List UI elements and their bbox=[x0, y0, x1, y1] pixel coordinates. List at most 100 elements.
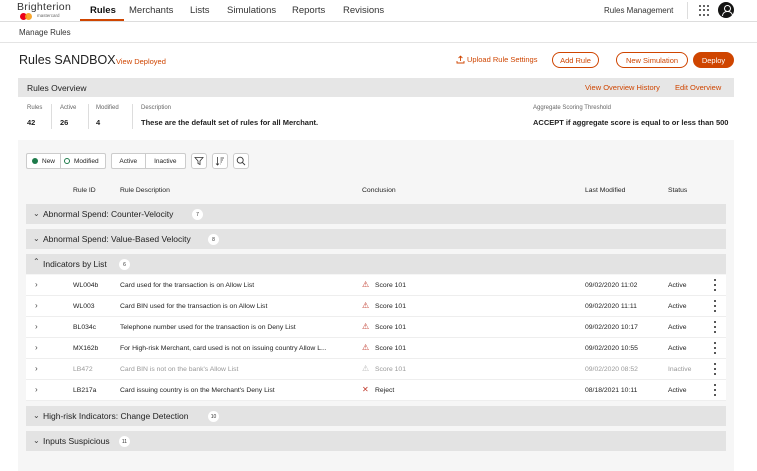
breadcrumb: Manage Rules bbox=[19, 28, 71, 37]
mastercard-logo-icon bbox=[20, 13, 34, 20]
group-title: Inputs Suspicious bbox=[43, 436, 110, 446]
rule-last-modified: 09/02/2020 10:17 bbox=[585, 324, 638, 331]
table-row[interactable]: › LB472 Card BIN is not on the bank's Al… bbox=[26, 359, 726, 380]
rule-conclusion: Score 101 bbox=[375, 282, 406, 289]
nav-reports[interactable]: Reports bbox=[292, 5, 325, 16]
chevron-down-icon: ⌄ bbox=[33, 411, 40, 420]
more-options-icon[interactable] bbox=[712, 363, 718, 375]
threshold-value: ACCEPT if aggregate score is equal to or… bbox=[533, 118, 729, 127]
nav-rules[interactable]: Rules bbox=[90, 5, 116, 16]
description-value: These are the default set of rules for a… bbox=[141, 118, 319, 127]
filter-active[interactable]: Active bbox=[112, 154, 146, 168]
more-options-icon[interactable] bbox=[712, 279, 718, 291]
group-count-badge: 7 bbox=[192, 209, 203, 220]
stat-rules-value: 42 bbox=[27, 118, 36, 127]
rule-last-modified: 08/18/2021 10:11 bbox=[585, 387, 638, 394]
chevron-right-icon[interactable]: › bbox=[35, 364, 38, 373]
nav-simulations[interactable]: Simulations bbox=[227, 5, 276, 16]
filter-modified[interactable]: Modified bbox=[61, 154, 99, 168]
new-dot-icon bbox=[32, 158, 38, 164]
filter-inactive[interactable]: Inactive bbox=[146, 154, 185, 168]
rule-conclusion: Reject bbox=[375, 387, 395, 394]
upload-rule-settings-link[interactable]: Upload Rule Settings bbox=[467, 55, 537, 64]
new-simulation-button[interactable]: New Simulation bbox=[616, 52, 688, 68]
rule-conclusion: Score 101 bbox=[375, 345, 406, 352]
search-button[interactable] bbox=[233, 153, 249, 169]
new-modified-filter: New Modified bbox=[26, 153, 106, 169]
overview-title: Rules Overview bbox=[27, 83, 87, 93]
user-avatar-icon[interactable] bbox=[718, 2, 734, 18]
chevron-down-icon: ⌄ bbox=[33, 209, 40, 218]
column-rule-description[interactable]: Rule Description bbox=[120, 187, 170, 194]
nav-lists[interactable]: Lists bbox=[190, 5, 210, 16]
rule-conclusion: Score 101 bbox=[375, 366, 406, 373]
rule-id: LB472 bbox=[73, 366, 93, 373]
chevron-right-icon[interactable]: › bbox=[35, 301, 38, 310]
column-rule-id[interactable]: Rule ID bbox=[73, 187, 96, 194]
group-indicators-by-list[interactable]: ⌃ Indicators by List 6 bbox=[26, 254, 726, 274]
column-conclusion[interactable]: Conclusion bbox=[362, 187, 396, 194]
group-count-badge: 6 bbox=[119, 259, 130, 270]
rule-last-modified: 09/02/2020 08:52 bbox=[585, 366, 638, 373]
filter-new-label: New bbox=[42, 157, 56, 165]
group-count-badge: 10 bbox=[208, 411, 219, 422]
chevron-right-icon[interactable]: › bbox=[35, 322, 38, 331]
table-row[interactable]: › BL034c Telephone number used for the t… bbox=[26, 317, 726, 338]
chevron-down-icon: ⌄ bbox=[33, 436, 40, 445]
apps-grid-icon[interactable] bbox=[699, 5, 710, 16]
nav-revisions[interactable]: Revisions bbox=[343, 5, 384, 16]
view-deployed-link[interactable]: View Deployed bbox=[116, 57, 166, 66]
filter-button[interactable] bbox=[191, 153, 207, 169]
top-nav: Brighterion mastercard Rules Merchants L… bbox=[0, 0, 757, 22]
column-status[interactable]: Status bbox=[668, 187, 687, 194]
group-abnormal-spend-counter-velocity[interactable]: ⌄ Abnormal Spend: Counter-Velocity 7 bbox=[26, 204, 726, 224]
warning-icon: ⚠ bbox=[362, 301, 370, 310]
nav-merchants[interactable]: Merchants bbox=[129, 5, 173, 16]
deploy-button[interactable]: Deploy bbox=[693, 52, 734, 68]
rule-last-modified: 09/02/2020 11:11 bbox=[585, 303, 637, 310]
stat-rules-label: Rules bbox=[27, 105, 43, 111]
rules-overview-bar: Rules Overview View Overview History Edi… bbox=[18, 78, 734, 97]
table-row[interactable]: › WL003 Card BIN used for the transactio… bbox=[26, 296, 726, 317]
rule-conclusion: Score 101 bbox=[375, 303, 406, 310]
filter-new[interactable]: New bbox=[27, 154, 62, 168]
brand-sub: mastercard bbox=[37, 13, 60, 18]
overview-stats: Rules 42 Active 26 Modified 4 Descriptio… bbox=[18, 101, 734, 135]
rule-status: Active bbox=[668, 387, 687, 394]
warning-icon: ⚠ bbox=[362, 322, 370, 331]
chevron-right-icon[interactable]: › bbox=[35, 385, 38, 394]
table-row[interactable]: › MX162b For High-risk Merchant, card us… bbox=[26, 338, 726, 359]
more-options-icon[interactable] bbox=[712, 384, 718, 396]
table-row[interactable]: › LB217a Card issuing country is on the … bbox=[26, 380, 726, 401]
chevron-right-icon[interactable]: › bbox=[35, 343, 38, 352]
brighterion-logo[interactable]: Brighterion mastercard bbox=[17, 2, 77, 20]
chevron-down-icon: ⌄ bbox=[33, 234, 40, 243]
rule-status: Inactive bbox=[668, 366, 692, 373]
rule-id: WL003 bbox=[73, 303, 95, 310]
group-title: Abnormal Spend: Value-Based Velocity bbox=[43, 234, 191, 244]
rules-management-link[interactable]: Rules Management bbox=[604, 6, 673, 15]
sort-button[interactable] bbox=[212, 153, 228, 169]
rule-status: Active bbox=[668, 282, 687, 289]
edit-overview-link[interactable]: Edit Overview bbox=[675, 83, 721, 92]
view-overview-history-link[interactable]: View Overview History bbox=[585, 83, 660, 92]
reject-x-icon: ✕ bbox=[362, 385, 369, 394]
header-divider bbox=[0, 42, 757, 43]
group-inputs-suspicious[interactable]: ⌄ Inputs Suspicious 11 bbox=[26, 431, 726, 451]
add-rule-button[interactable]: Add Rule bbox=[552, 52, 599, 68]
group-abnormal-spend-value-velocity[interactable]: ⌄ Abnormal Spend: Value-Based Velocity 8 bbox=[26, 229, 726, 249]
chevron-right-icon[interactable]: › bbox=[35, 280, 38, 289]
more-options-icon[interactable] bbox=[712, 300, 718, 312]
group-high-risk-change-detection[interactable]: ⌄ High-risk Indicators: Change Detection… bbox=[26, 406, 726, 426]
stat-modified-label: Modified bbox=[96, 105, 119, 111]
rule-description: Card BIN is not on the bank's Allow List bbox=[120, 366, 239, 373]
stat-active-value: 26 bbox=[60, 118, 69, 127]
column-last-modified[interactable]: Last Modified bbox=[585, 187, 625, 194]
more-options-icon[interactable] bbox=[712, 321, 718, 333]
table-row[interactable]: › WL004b Card used for the transaction i… bbox=[26, 275, 726, 296]
rule-description: Card issuing country is on the Merchant'… bbox=[120, 387, 275, 394]
more-options-icon[interactable] bbox=[712, 342, 718, 354]
filter-modified-label: Modified bbox=[74, 157, 99, 165]
description-label: Description bbox=[141, 105, 172, 111]
rule-last-modified: 09/02/2020 11:02 bbox=[585, 282, 638, 289]
